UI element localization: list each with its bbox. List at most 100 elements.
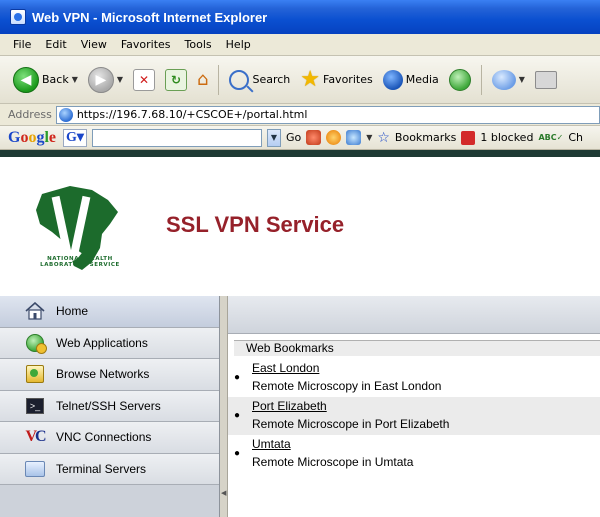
list-item: ● East London Remote Microscopy in East … <box>228 359 600 397</box>
back-button[interactable]: ◀ Back ▼ <box>10 62 81 98</box>
forward-dropdown-icon[interactable]: ▼ <box>117 75 123 84</box>
google-toolbar: Google G ▾ ▼ Go ▼ ☆ Bookmarks 1 blocked A… <box>0 126 600 150</box>
nav-item-label: VNC Connections <box>56 430 152 445</box>
nav-item-web-applications[interactable]: Web Applications <box>0 327 219 359</box>
sidebar-splitter[interactable]: ◀ <box>220 296 228 517</box>
mail-button[interactable]: ▼ <box>489 62 528 98</box>
menu-bar: File Edit View Favorites Tools Help <box>0 34 600 56</box>
bookmark-link-port-elizabeth[interactable]: Port Elizabeth <box>252 399 327 413</box>
google-bookmarks-button[interactable]: Bookmarks <box>395 131 456 144</box>
print-button[interactable] <box>532 62 560 98</box>
vnc-icon: VC <box>25 428 46 446</box>
address-label: Address <box>8 108 52 121</box>
nav-item-label: Web Applications <box>56 335 148 350</box>
nav-item-label: Telnet/SSH Servers <box>56 398 161 413</box>
home-button[interactable]: ⌂ <box>194 62 211 98</box>
print-icon <box>534 70 557 89</box>
bookmark-link-umtata[interactable]: Umtata <box>252 437 291 451</box>
stop-button[interactable]: ✕ <box>130 62 158 98</box>
main-content: Web Bookmarks ● East London Remote Micro… <box>228 296 600 517</box>
collapse-arrow-icon[interactable]: ◀ <box>221 489 226 497</box>
bookmarks-header: Web Bookmarks <box>234 340 600 356</box>
google-search-dropdown-icon[interactable]: ▼ <box>266 128 281 147</box>
google-menu-button[interactable]: G ▾ <box>63 128 87 147</box>
bookmark-description: Remote Microscope in Port Elizabeth <box>252 417 450 431</box>
address-url[interactable]: https://196.7.68.10/+CSCOE+/portal.html <box>77 108 308 121</box>
google-logo: Google <box>8 128 57 146</box>
google-go-button[interactable]: Go <box>286 131 301 144</box>
forward-arrow-icon: ▶ <box>87 66 114 93</box>
address-input[interactable]: https://196.7.68.10/+CSCOE+/portal.html <box>55 105 600 124</box>
home-icon: ⌂ <box>197 69 209 90</box>
bullet-icon: ● <box>234 410 241 421</box>
history-icon <box>448 68 471 91</box>
search-button[interactable]: Search <box>226 62 293 98</box>
pagerank-icon[interactable] <box>306 130 322 145</box>
bullet-icon: ● <box>234 448 241 459</box>
history-button[interactable] <box>446 62 474 98</box>
menu-tools[interactable]: Tools <box>178 38 219 51</box>
internet-explorer-icon <box>10 9 26 25</box>
bookmark-description: Remote Microscope in Umtata <box>252 455 414 469</box>
bookmark-description: Remote Microscopy in East London <box>252 379 442 393</box>
nav-item-home[interactable]: Home <box>0 296 219 328</box>
refresh-icon: ↻ <box>165 68 188 91</box>
toolbar-separator <box>480 64 482 95</box>
nav-item-label: Home <box>56 304 89 319</box>
back-label: Back <box>42 73 69 86</box>
bookmarks-star-icon: ☆ <box>377 129 390 146</box>
mail-dropdown-icon[interactable]: ▼ <box>519 75 525 84</box>
popup-blocker-icon <box>461 130 476 145</box>
menu-view[interactable]: View <box>74 38 114 51</box>
favorites-star-icon: ★ <box>300 66 320 92</box>
favorites-label: Favorites <box>323 73 373 86</box>
portal-header: NATIONAL HEALTH LABORATORY SERVICE SSL V… <box>0 157 600 287</box>
logo-caption: NATIONAL HEALTH LABORATORY SERVICE <box>40 256 120 268</box>
popup-blocked-count[interactable]: 1 blocked <box>480 131 533 144</box>
window-title-bar: Web VPN - Microsoft Internet Explorer <box>0 0 600 34</box>
toolbar-separator <box>218 64 220 95</box>
address-bar: Address https://196.7.68.10/+CSCOE+/port… <box>0 104 600 126</box>
page-icon <box>58 107 73 122</box>
search-label: Search <box>252 73 291 86</box>
list-item: ● Umtata Remote Microscope in Umtata <box>228 435 600 473</box>
spellcheck-icon: ABC✓ <box>538 133 564 142</box>
portal-sidebar: Home Web Applications Browse Networks >_… <box>0 296 220 517</box>
browse-networks-icon <box>26 365 44 384</box>
menu-help[interactable]: Help <box>219 38 258 51</box>
popup-icon[interactable] <box>326 130 342 145</box>
home-icon <box>24 301 46 321</box>
list-item: ● Port Elizabeth Remote Microscope in Po… <box>228 397 600 435</box>
refresh-button[interactable]: ↻ <box>162 62 190 98</box>
content-toolbar <box>228 296 600 334</box>
page-title: SSL VPN Service <box>166 212 345 237</box>
nav-item-terminal-servers[interactable]: Terminal Servers <box>0 453 219 485</box>
google-search-input[interactable] <box>91 128 262 147</box>
window-title: Web VPN - Microsoft Internet Explorer <box>32 9 268 25</box>
mail-icon <box>491 69 516 90</box>
menu-edit[interactable]: Edit <box>38 38 73 51</box>
standard-toolbar: ◀ Back ▼ ▶ ▼ ✕ ↻ ⌂ Search ★ Favorites Me… <box>0 56 600 104</box>
search-icon <box>229 69 250 90</box>
web-applications-icon <box>26 333 47 354</box>
back-arrow-icon: ◀ <box>13 66 39 93</box>
menu-favorites[interactable]: Favorites <box>114 38 178 51</box>
menu-file[interactable]: File <box>6 38 38 51</box>
forward-button[interactable]: ▶ ▼ <box>85 62 126 98</box>
favorites-button[interactable]: ★ Favorites <box>297 62 375 98</box>
terminal-prompt-icon: >_ <box>26 397 44 414</box>
stop-icon: ✕ <box>133 68 156 91</box>
google-options-dropdown-icon[interactable]: ▼ <box>366 133 372 142</box>
back-dropdown-icon[interactable]: ▼ <box>72 75 78 84</box>
nav-item-telnet-ssh-servers[interactable]: >_ Telnet/SSH Servers <box>0 390 219 422</box>
news-icon[interactable] <box>346 130 362 145</box>
media-button[interactable]: Media <box>380 62 442 98</box>
bullet-icon: ● <box>234 372 241 383</box>
nav-item-vnc-connections[interactable]: VC VNC Connections <box>0 422 219 454</box>
nav-item-browse-networks[interactable]: Browse Networks <box>0 359 219 391</box>
nav-item-label: Terminal Servers <box>56 461 147 476</box>
bookmark-link-east-london[interactable]: East London <box>252 361 319 375</box>
page-header-strip <box>0 150 600 157</box>
media-icon <box>382 69 403 90</box>
spellcheck-button[interactable]: Ch <box>568 131 583 144</box>
